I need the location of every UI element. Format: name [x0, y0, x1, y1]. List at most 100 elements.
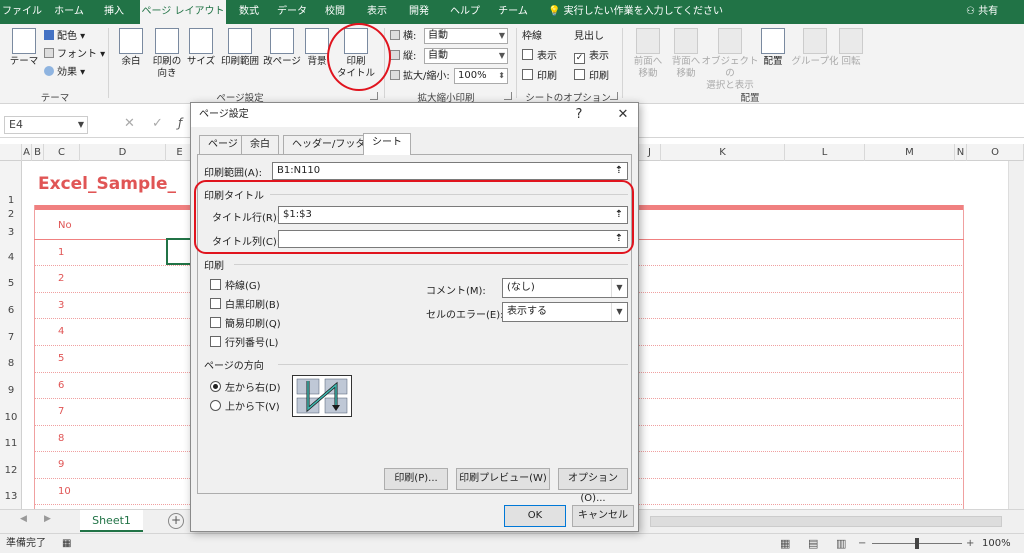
column-header[interactable]: J: [639, 144, 661, 161]
sheet-options-launcher-icon[interactable]: [610, 92, 618, 100]
row-header[interactable]: 6: [0, 305, 22, 316]
name-box[interactable]: E4 ▼: [4, 116, 88, 134]
page-break-view-icon[interactable]: ▥: [836, 534, 846, 553]
comments-select[interactable]: (なし) ▼: [502, 278, 628, 298]
tab-view[interactable]: 表示: [360, 0, 394, 24]
cell-errors-select[interactable]: 表示する ▼: [502, 302, 628, 322]
cancel-button[interactable]: キャンセル: [572, 505, 634, 527]
align-button[interactable]: 配置: [758, 28, 788, 68]
breaks-button[interactable]: 改ページ: [262, 28, 302, 68]
over-then-down-radio[interactable]: 上から下(V): [210, 398, 280, 413]
share-button[interactable]: ⚇ 共有: [966, 0, 998, 24]
scroll-left-icon[interactable]: ◀: [20, 514, 27, 524]
scale-spinner[interactable]: 100% ⬍: [454, 68, 508, 84]
print-area-input[interactable]: B1:N110 ⇡: [272, 162, 628, 180]
column-header[interactable]: M: [865, 144, 955, 161]
tab-developer[interactable]: 開発: [402, 0, 436, 24]
margins-button[interactable]: 余白: [114, 28, 148, 68]
zoom-slider-thumb[interactable]: [915, 538, 919, 549]
headings-print-checkbox[interactable]: 印刷: [574, 68, 609, 85]
column-header[interactable]: D: [80, 144, 166, 161]
down-then-over-radio[interactable]: 左から右(D): [210, 379, 281, 394]
collapse-range-icon[interactable]: ⇡: [612, 164, 626, 178]
scale-launcher-icon[interactable]: [504, 92, 512, 100]
height-select[interactable]: 自動 ▼: [424, 48, 508, 64]
column-header[interactable]: B: [32, 144, 44, 161]
tab-home[interactable]: ホーム: [48, 0, 90, 24]
tab-data[interactable]: データ: [272, 0, 312, 24]
orientation-button[interactable]: 印刷の 向き: [148, 28, 186, 80]
zoom-out-icon[interactable]: −: [858, 534, 866, 553]
size-button[interactable]: サイズ: [186, 28, 216, 68]
print-preview-button[interactable]: 印刷プレビュー(W): [456, 468, 550, 490]
column-header[interactable]: C: [44, 144, 80, 161]
column-header[interactable]: L: [785, 144, 865, 161]
tab-formulas[interactable]: 数式: [230, 0, 268, 24]
headings-view-checkbox[interactable]: ✓ 表示: [574, 48, 609, 65]
row-header[interactable]: 8: [0, 358, 22, 369]
gridlines-view-checkbox[interactable]: 表示: [522, 48, 557, 65]
draft-quality-checkbox[interactable]: 簡易印刷(Q): [210, 315, 281, 330]
enter-check-icon[interactable]: ✓: [152, 116, 163, 131]
group-button[interactable]: グループ化: [790, 28, 840, 68]
chevron-down-icon: ▼: [611, 279, 627, 297]
row-header[interactable]: 7: [0, 332, 22, 343]
column-header[interactable]: K: [661, 144, 785, 161]
sheet-tab[interactable]: Sheet1: [80, 510, 143, 532]
column-header[interactable]: A: [22, 144, 32, 161]
horizontal-scrollbar[interactable]: [650, 516, 1002, 527]
row-header[interactable]: 13: [0, 491, 22, 502]
row-header[interactable]: 2: [0, 209, 22, 220]
column-header[interactable]: N: [955, 144, 967, 161]
tab-help[interactable]: ヘルプ: [446, 0, 484, 24]
tab-team[interactable]: チーム: [494, 0, 532, 24]
cancel-x-icon[interactable]: ✕: [124, 116, 135, 131]
column-header[interactable]: O: [967, 144, 1024, 161]
tab-file[interactable]: ファイル: [0, 0, 44, 24]
tab-page[interactable]: ページ: [199, 135, 247, 154]
tab-margins[interactable]: 余白: [241, 135, 279, 154]
scroll-right-icon[interactable]: ▶: [44, 514, 51, 524]
normal-view-icon[interactable]: ▦: [780, 534, 790, 553]
bring-forward-button[interactable]: 前面へ 移動: [628, 28, 668, 80]
print-area-button[interactable]: 印刷範囲: [218, 28, 262, 68]
rotate-button[interactable]: 回転: [836, 28, 866, 68]
vertical-scrollbar[interactable]: [1008, 161, 1024, 509]
row-col-headings-checkbox[interactable]: 行列番号(L): [210, 334, 278, 349]
insert-function-icon[interactable]: ƒ: [178, 116, 182, 130]
options-button[interactable]: オプション(O)...: [558, 468, 628, 504]
selection-pane-button[interactable]: オブジェクトの 選択と表示: [700, 28, 760, 92]
add-sheet-icon[interactable]: +: [168, 513, 184, 529]
fonts-button[interactable]: フォント ▾: [44, 46, 105, 63]
tab-page-layout[interactable]: ページ レイアウト: [140, 0, 226, 24]
row-header[interactable]: 9: [0, 385, 22, 396]
colors-button[interactable]: 配色 ▾: [44, 28, 85, 45]
row-header[interactable]: 4: [0, 252, 22, 263]
help-button[interactable]: ?: [567, 103, 591, 127]
macro-record-icon[interactable]: ▦: [62, 534, 71, 553]
row-header[interactable]: 10: [0, 412, 22, 423]
themes-button[interactable]: テーマ: [6, 28, 42, 68]
close-icon[interactable]: ✕: [611, 103, 635, 127]
tab-review[interactable]: 校閲: [318, 0, 352, 24]
ok-button[interactable]: OK: [504, 505, 566, 527]
black-white-checkbox[interactable]: 白黒印刷(B): [210, 296, 280, 311]
print-button[interactable]: 印刷(P)...: [384, 468, 448, 490]
tell-me-box[interactable]: 💡 実行したい作業を入力してください: [548, 0, 723, 24]
page-setup-launcher-icon[interactable]: [370, 92, 378, 100]
effects-button[interactable]: 効果 ▾: [44, 64, 85, 81]
row-header[interactable]: 11: [0, 438, 22, 449]
gridlines-print-checkbox[interactable]: 印刷: [522, 68, 557, 85]
row-header[interactable]: 12: [0, 465, 22, 476]
row-header[interactable]: 1: [0, 195, 22, 206]
page-layout-view-icon[interactable]: ▤: [808, 534, 818, 553]
row-header[interactable]: 3: [0, 227, 22, 238]
zoom-in-icon[interactable]: +: [966, 534, 974, 553]
select-all-corner[interactable]: [0, 144, 22, 161]
zoom-level[interactable]: 100%: [982, 534, 1011, 553]
tab-sheet[interactable]: シート: [363, 133, 411, 155]
row-header[interactable]: 5: [0, 278, 22, 289]
gridlines-checkbox[interactable]: 枠線(G): [210, 277, 261, 292]
tab-insert[interactable]: 挿入: [94, 0, 134, 24]
width-select[interactable]: 自動 ▼: [424, 28, 508, 44]
